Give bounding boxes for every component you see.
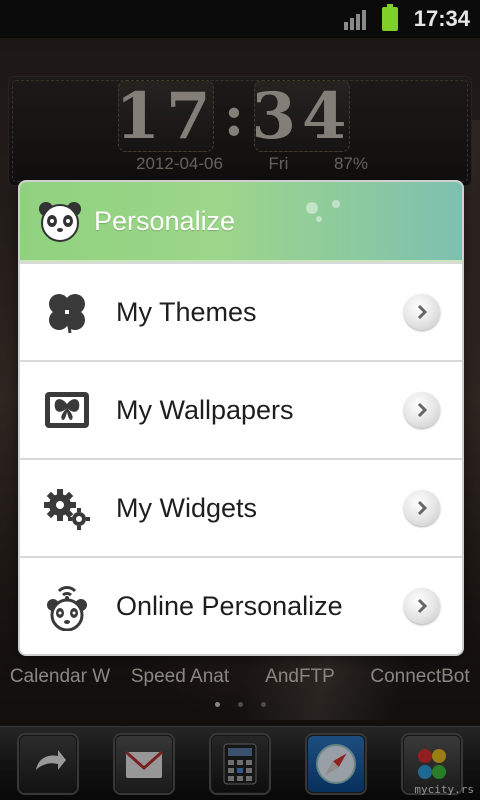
dialog-title: Personalize: [94, 205, 236, 236]
menu-item-online-personalize[interactable]: Online Personalize: [20, 556, 462, 654]
menu-item-label: My Themes: [116, 296, 257, 327]
header-bubble: [306, 202, 318, 214]
menu-item-my-themes[interactable]: My Themes: [20, 262, 462, 360]
clover-icon: [42, 287, 92, 337]
chevron-right-icon[interactable]: [404, 588, 440, 624]
chevron-right-icon[interactable]: [404, 392, 440, 428]
header-bubble: [332, 200, 340, 208]
status-bar: 17:34: [0, 0, 480, 38]
panda-icon: [38, 199, 82, 243]
gears-icon: [42, 483, 92, 533]
battery-icon: [381, 4, 398, 31]
menu-item-my-widgets[interactable]: My Widgets: [20, 458, 462, 556]
menu-item-label: My Wallpapers: [116, 394, 294, 425]
status-time: 17:34: [413, 6, 470, 31]
menu-item-label: Online Personalize: [116, 590, 343, 621]
panda-wifi-icon: [42, 581, 92, 631]
butterfly-frame-icon: [42, 385, 92, 435]
menu-item-my-wallpapers[interactable]: My Wallpapers: [20, 360, 462, 458]
chevron-right-icon[interactable]: [404, 294, 440, 330]
header-bubble: [316, 216, 322, 222]
personalize-dialog: Personalize My Themes My Wallpapers My W…: [20, 182, 462, 654]
chevron-right-icon[interactable]: [404, 490, 440, 526]
signal-icon: [343, 8, 366, 30]
menu-item-label: My Widgets: [116, 492, 258, 523]
dialog-header: Personalize: [20, 182, 462, 262]
